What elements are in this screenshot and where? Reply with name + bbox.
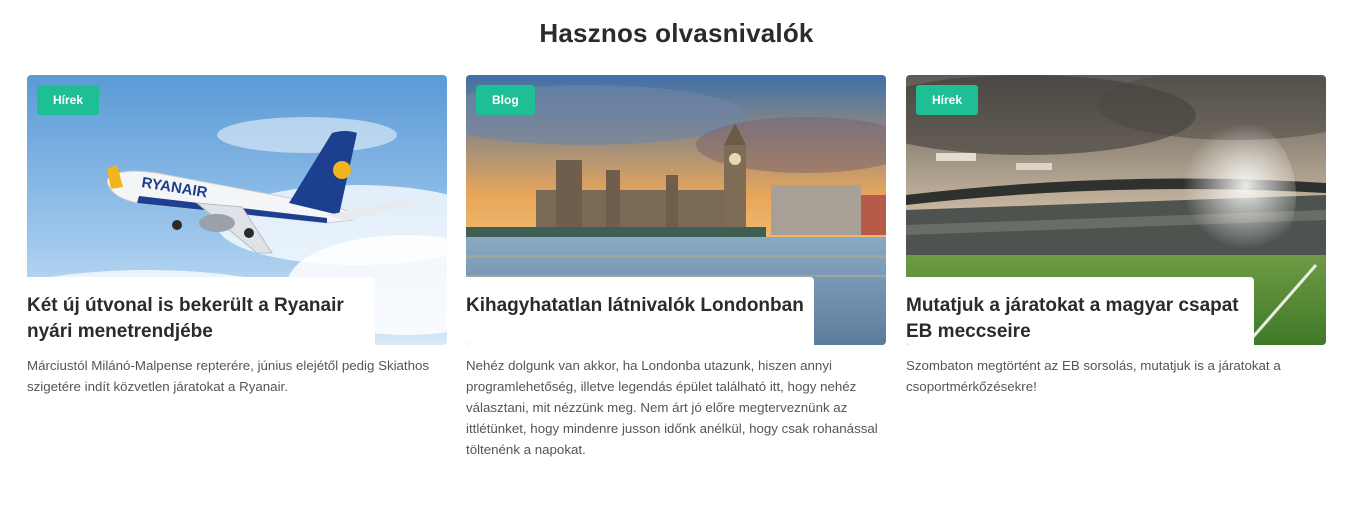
section-title: Hasznos olvasnivalók (539, 18, 814, 48)
article-card[interactable]: RYANAIR Hírek Két új útvonal is bekerült… (27, 75, 447, 397)
article-title[interactable]: Kihagyhatatlan látnivalók Londonban (466, 293, 812, 319)
article-excerpt: Márciustól Milánó-Malpense repterére, jú… (27, 358, 430, 394)
article-card[interactable]: Blog Kihagyhatatlan látnivalók Londonban… (466, 75, 886, 460)
category-badge[interactable]: Hírek (916, 85, 979, 115)
article-excerpt: Szombaton megtörtént az EB sorsolás, mut… (906, 358, 1281, 394)
article-excerpt: Nehéz dolgunk van akkor, ha Londonba uta… (466, 358, 878, 457)
category-badge[interactable]: Blog (476, 85, 535, 115)
article-title[interactable]: Két új útvonal is bekerült a Ryanair nyá… (27, 293, 373, 345)
article-title[interactable]: Mutatjuk a járatokat a magyar csapat EB … (906, 293, 1252, 345)
article-card[interactable]: Hírek Mutatjuk a járatokat a magyar csap… (906, 75, 1326, 397)
category-badge[interactable]: Hírek (37, 85, 100, 115)
